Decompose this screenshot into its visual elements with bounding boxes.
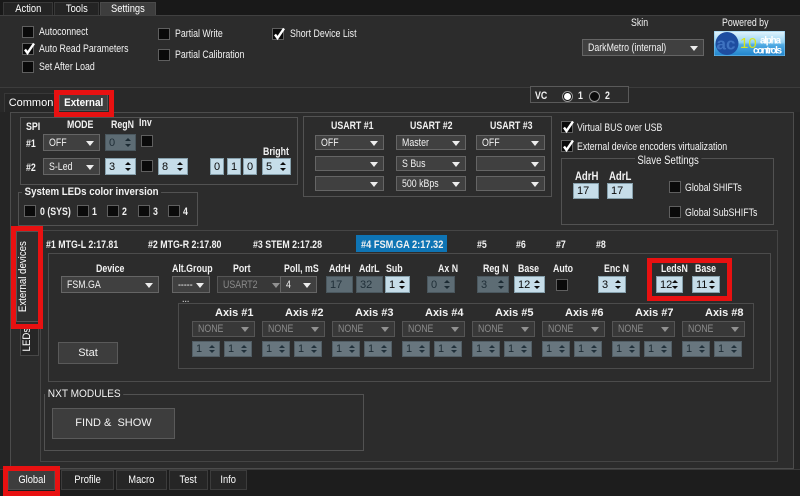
svg-text:ac: ac [717, 35, 736, 54]
svg-text:controls: controls [753, 46, 782, 57]
